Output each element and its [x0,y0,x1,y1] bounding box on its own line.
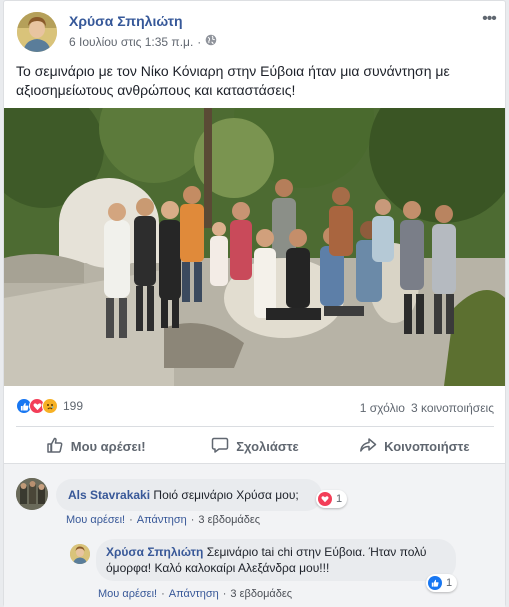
reply-like-link[interactable]: Μου αρέσει! [98,588,157,600]
comment-reply-link[interactable]: Απάντηση [137,514,187,526]
more-options-icon[interactable]: ••• [479,11,499,31]
post-actions: Μου αρέσει! Σχολιάστε Κοινοποιήστε [16,429,494,463]
commenter-avatar[interactable] [16,478,48,510]
globe-icon[interactable] [205,34,217,49]
share-button[interactable]: Κοινοποιήστε [335,429,494,463]
comment-bubble: Als Stavrakaki Ποιό σεμινάριο Χρύσα μου; [56,479,322,511]
comment-button[interactable]: Σχολιάστε [175,429,334,463]
reply-reaction-badge[interactable]: 1 [426,574,458,592]
share-count-link[interactable]: 3 κοινοποιήσεις [411,401,494,415]
post-card: Χρύσα Σπηλιώτη 6 Ιουλίου στις 1:35 π.μ. … [3,0,506,607]
post-header: Χρύσα Σπηλιώτη 6 Ιουλίου στις 1:35 π.μ. … [14,11,499,55]
engagement-counts: 1 σχόλιο 3 κοινοποιήσεις [360,401,494,415]
share-icon [359,436,377,457]
reaction-count: 199 [63,399,84,413]
reply-reply-link[interactable]: Απάντηση [169,588,219,600]
post-meta: 6 Ιουλίου στις 1:35 π.μ. · [69,34,217,49]
like-reaction-icon [428,576,442,590]
comment-links: Μου αρέσει! · Απάντηση · 3 εβδομάδες [66,514,261,526]
post-text: Το σεμινάριο με τον Νίκο Κόνιαρη στην Εύ… [16,63,450,98]
author-avatar[interactable] [17,12,57,52]
comment-author[interactable]: Als Stavrakaki [68,488,150,502]
comment-button-label: Σχολιάστε [236,438,299,454]
comment-reaction-count: 1 [336,493,343,505]
post-stats: 199 1 σχόλιο 3 κοινοποιήσεις [16,398,494,418]
comment-like-link[interactable]: Μου αρέσει! [66,514,125,526]
actions-top-divider [16,426,494,427]
reply-bubble: Χρύσα Σπηλιώτη Σεμινάριο tai chi στην Εύ… [96,539,456,581]
reply-author[interactable]: Χρύσα Σπηλιώτη [106,545,203,559]
post-date[interactable]: 6 Ιουλίου στις 1:35 π.μ. [69,35,193,49]
love-reaction-icon [318,492,332,506]
post-photo[interactable] [4,108,505,386]
comment-count-link[interactable]: 1 σχόλιο [360,401,405,415]
like-button-label: Μου αρέσει! [70,438,146,454]
comment-text: Ποιό σεμινάριο Χρύσα μου; [153,488,299,502]
post-author-name[interactable]: Χρύσα Σπηλιώτη [69,13,183,29]
thumbs-up-icon [46,436,64,457]
reply-time[interactable]: 3 εβδομάδες [230,588,292,600]
reaction-summary[interactable]: 199 [16,398,83,414]
dot-separator: · [197,34,202,49]
comment-icon [211,436,229,457]
comment-reaction-badge[interactable]: 1 [316,490,348,508]
comment-time[interactable]: 3 εβδομάδες [198,514,260,526]
sad-reaction-icon [42,398,58,414]
reply-author-avatar[interactable] [70,544,90,564]
reply-links: Μου αρέσει! · Απάντηση · 3 εβδομάδες [98,588,293,600]
share-button-label: Κοινοποιήστε [384,438,470,454]
reply-reaction-count: 1 [446,577,453,589]
comments-section: Als Stavrakaki Ποιό σεμινάριο Χρύσα μου;… [4,463,505,607]
like-button[interactable]: Μου αρέσει! [16,429,175,463]
